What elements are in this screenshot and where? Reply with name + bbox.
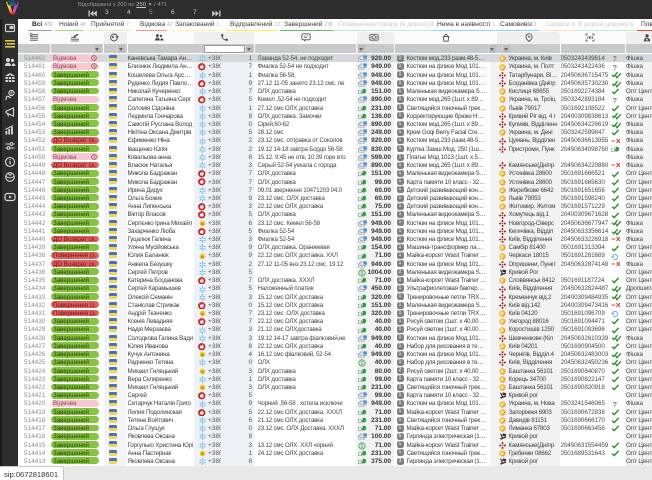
- svg-text:lc: lc: [201, 452, 204, 456]
- svg-text:lc: lc: [201, 312, 204, 316]
- svg-text:lc: lc: [201, 353, 204, 357]
- svg-text:lc: lc: [201, 222, 204, 226]
- svg-text:lc: lc: [201, 386, 204, 390]
- svg-text:lc: lc: [201, 254, 204, 258]
- svg-text:lc: lc: [201, 370, 204, 374]
